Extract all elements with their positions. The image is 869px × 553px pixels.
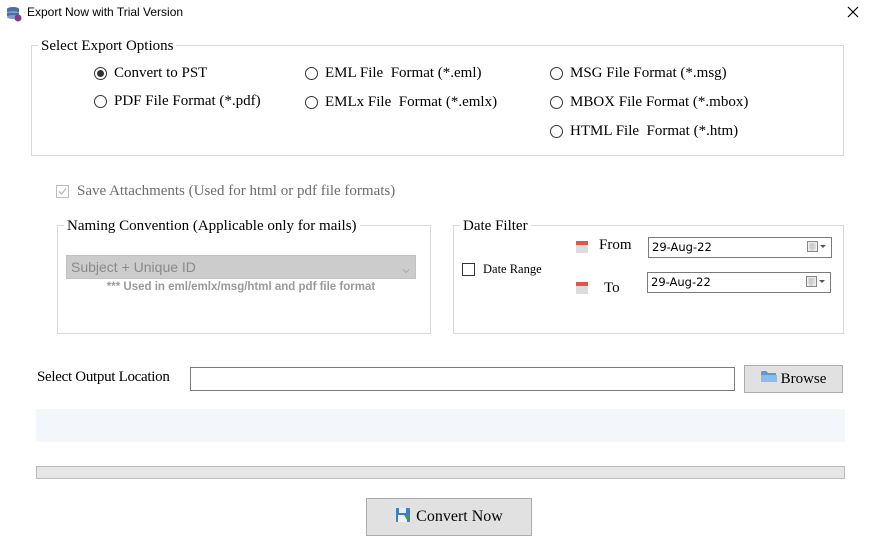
radio-emlx-format[interactable]: EMLx File Format (*.emlx) — [305, 94, 497, 111]
radio-button[interactable] — [305, 67, 318, 80]
radio-button[interactable] — [305, 96, 318, 109]
radio-button[interactable] — [550, 67, 563, 80]
save-disk-icon — [395, 507, 416, 528]
output-location-label: Select Output Location — [37, 369, 170, 385]
output-location-input[interactable] — [190, 367, 735, 391]
progress-bar — [36, 466, 845, 479]
radio-button[interactable] — [94, 67, 107, 80]
radio-label: Convert to PST — [114, 65, 208, 81]
from-date-value: 29-Aug-22 — [652, 240, 712, 254]
radio-label: MBOX File Format (*.mbox) — [570, 94, 749, 110]
export-options-label: Select Export Options — [38, 38, 177, 54]
window-title: Export Now with Trial Version — [27, 5, 184, 19]
save-attachments-label: Save Attachments (Used for html or pdf f… — [77, 183, 396, 199]
checkbox[interactable] — [56, 185, 69, 198]
from-label: From — [599, 237, 632, 253]
radio-convert-pst[interactable]: Convert to PST — [94, 65, 207, 82]
checkbox[interactable] — [462, 263, 475, 276]
radio-html-format[interactable]: HTML File Format (*.htm) — [550, 123, 738, 140]
close-icon — [847, 5, 859, 23]
radio-eml-format[interactable]: EML File Format (*.eml) — [305, 65, 482, 82]
naming-convention-label: Naming Convention (Applicable only for m… — [64, 218, 360, 234]
app-database-icon — [6, 6, 22, 22]
date-range-checkbox[interactable]: Date Range — [462, 262, 542, 277]
convert-now-label: Convert Now — [416, 508, 503, 525]
chevron-down-icon — [402, 262, 410, 274]
radio-label: PDF File Format (*.pdf) — [114, 93, 261, 109]
status-area — [36, 409, 845, 442]
calendar-dropdown-button[interactable] — [807, 241, 827, 253]
calendar-icon — [576, 281, 588, 294]
radio-label: MSG File Format (*.msg) — [570, 65, 727, 81]
folder-icon — [760, 370, 781, 388]
from-date-picker[interactable]: 29-Aug-22 — [648, 237, 832, 258]
radio-pdf-format[interactable]: PDF File Format (*.pdf) — [94, 93, 261, 110]
convert-now-button[interactable]: Convert Now — [366, 498, 532, 536]
radio-msg-format[interactable]: MSG File Format (*.msg) — [550, 65, 727, 82]
to-date-value: 29-Aug-22 — [651, 275, 711, 289]
save-attachments-checkbox[interactable]: Save Attachments (Used for html or pdf f… — [56, 183, 395, 200]
radio-mbox-format[interactable]: MBOX File Format (*.mbox) — [550, 94, 748, 111]
date-range-label: Date Range — [483, 262, 542, 276]
to-date-picker[interactable]: 29-Aug-22 — [647, 272, 831, 293]
close-button[interactable] — [840, 2, 866, 26]
radio-button[interactable] — [94, 95, 107, 108]
naming-convention-select[interactable]: Subject + Unique ID — [66, 255, 416, 279]
naming-convention-note: *** Used in eml/emlx/msg/html and pdf fi… — [106, 281, 376, 293]
calendar-dropdown-button[interactable] — [806, 276, 826, 288]
to-label: To — [604, 280, 620, 296]
browse-button[interactable]: Browse — [744, 365, 843, 393]
radio-button[interactable] — [550, 125, 563, 138]
naming-convention-group — [57, 225, 431, 334]
browse-label: Browse — [780, 370, 827, 387]
date-filter-label: Date Filter — [460, 218, 531, 234]
radio-label: EML File Format (*.eml) — [325, 65, 482, 81]
naming-convention-value: Subject + Unique ID — [71, 259, 196, 275]
radio-label: HTML File Format (*.htm) — [570, 123, 739, 139]
radio-button[interactable] — [550, 96, 563, 109]
radio-label: EMLx File Format (*.emlx) — [325, 94, 498, 110]
calendar-icon — [576, 240, 588, 253]
